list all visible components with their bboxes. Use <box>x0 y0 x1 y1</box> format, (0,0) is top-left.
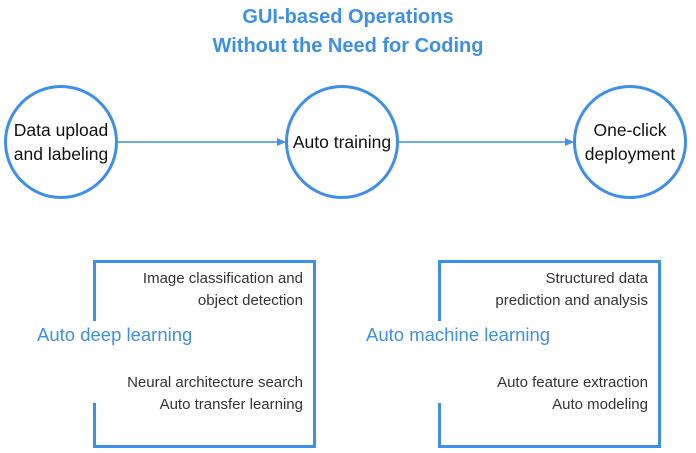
step-data-upload-circle: Data upload and labeling <box>4 85 118 199</box>
panel-ml-label: Auto machine learning <box>364 321 553 349</box>
panel-ml-top-line-2: prediction and analysis <box>495 292 648 309</box>
panel-deep-bottom-line-1: Neural architecture search <box>127 374 303 391</box>
panel-ml-bottom-line-2: Auto modeling <box>552 396 648 413</box>
panel-ml-top-text: Structured data prediction and analysis <box>495 268 648 312</box>
panel-deep-bottom-text: Neural architecture search Auto transfer… <box>127 372 303 416</box>
panel-ml-bottom-line-1: Auto feature extraction <box>497 374 648 391</box>
step-data-upload-label-2: and labeling <box>13 144 109 164</box>
panel-deep-top-line-2: object detection <box>197 292 303 309</box>
step-auto-training-circle: Auto training <box>285 85 399 199</box>
step-deployment-label-2: deployment <box>584 144 676 164</box>
panel-deep-label: Auto deep learning <box>35 321 195 349</box>
panel-auto-deep-learning: Image classification and object detectio… <box>93 260 316 448</box>
panel-deep-top-text: Image classification and object detectio… <box>143 268 303 312</box>
step-auto-training-label: Auto training <box>292 132 392 152</box>
panel-deep-top-line-1: Image classification and <box>142 270 303 287</box>
step-deployment-circle: One-click deployment <box>573 85 687 199</box>
step-data-upload-label-1: Data upload <box>13 120 109 140</box>
panel-ml-bottom-text: Auto feature extraction Auto modeling <box>497 372 648 416</box>
panel-deep-bottom-line-2: Auto transfer learning <box>159 396 303 413</box>
step-deployment-label-1: One-click <box>593 120 667 140</box>
panel-ml-top-line-1: Structured data <box>545 270 648 287</box>
panel-auto-machine-learning: Structured data prediction and analysis … <box>438 260 661 448</box>
